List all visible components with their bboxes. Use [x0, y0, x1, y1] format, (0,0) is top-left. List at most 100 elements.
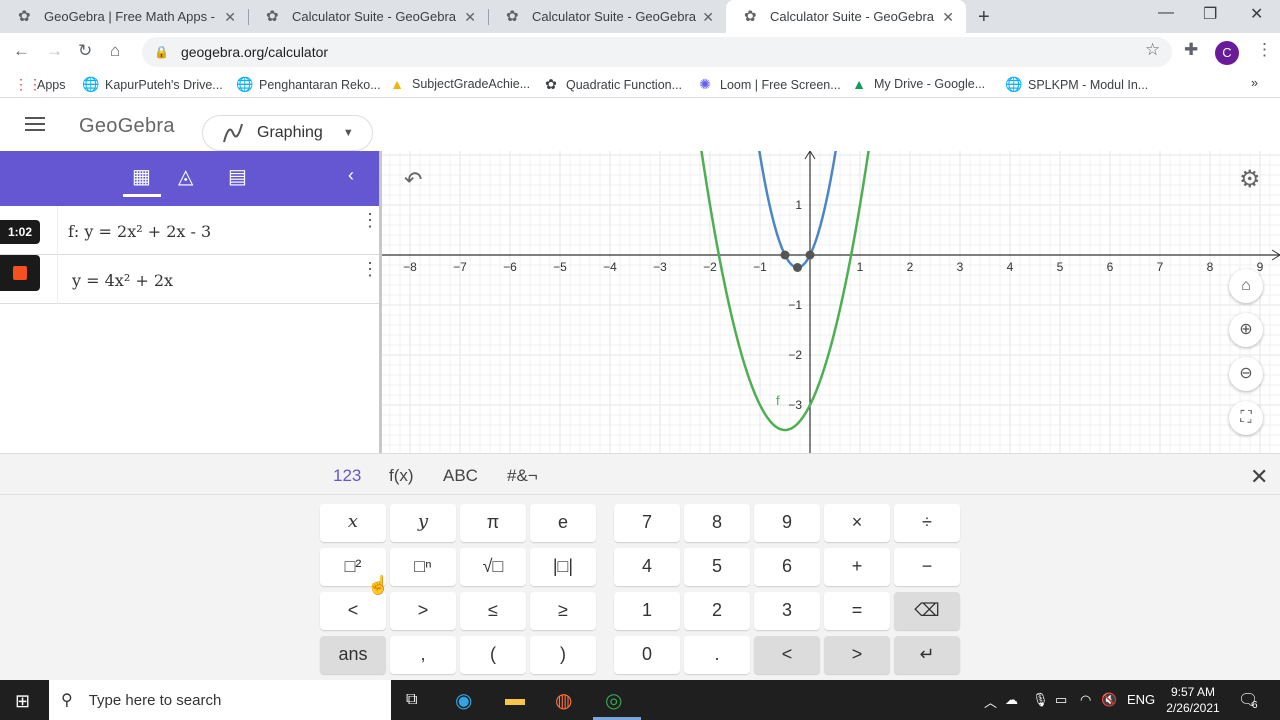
microphone-icon[interactable]: 🎙: [1032, 692, 1049, 708]
close-keyboard-icon[interactable]: ✕: [1250, 464, 1268, 490]
more-bookmarks-icon[interactable]: »: [1251, 76, 1258, 90]
tools-shapes-icon[interactable]: ◬: [178, 164, 193, 189]
key-right-1-2[interactable]: 6: [754, 548, 820, 586]
tab-functions[interactable]: f(x): [389, 466, 414, 486]
key-right-0-4[interactable]: ÷: [894, 504, 960, 542]
restore-icon[interactable]: ❐: [1203, 4, 1217, 24]
zoom-out-icon[interactable]: ⊖: [1229, 357, 1263, 391]
key-left-1-3[interactable]: |□|: [530, 548, 596, 586]
key-right-1-4[interactable]: −: [894, 548, 960, 586]
key-right-1-1[interactable]: 5: [684, 548, 750, 586]
fullscreen-icon[interactable]: ⛶: [1229, 401, 1263, 435]
key-left-0-2[interactable]: π: [460, 504, 526, 542]
key-right-2-0[interactable]: 1: [614, 592, 680, 630]
new-tab-button[interactable]: +: [978, 6, 990, 29]
extensions-puzzle-icon[interactable]: ✚: [1184, 40, 1198, 60]
key-right-3-1[interactable]: .: [684, 636, 750, 674]
taskbar-search-box[interactable]: ⚲ Type here to search: [49, 680, 391, 720]
key-left-2-3[interactable]: ≥: [530, 592, 596, 630]
task-view-icon[interactable]: ⧉: [406, 691, 417, 709]
home-view-icon[interactable]: ⌂: [1229, 269, 1263, 303]
close-tab-icon[interactable]: ✕: [702, 9, 714, 26]
stop-recording-button[interactable]: [0, 255, 40, 291]
browser-tab[interactable]: ✿ Calculator Suite - GeoGebra ✕: [488, 0, 726, 33]
key-right-2-2[interactable]: 3: [754, 592, 820, 630]
key-left-3-3[interactable]: ): [530, 636, 596, 674]
language-indicator[interactable]: ENG: [1127, 692, 1155, 707]
bookmark-apps[interactable]: ⋮⋮ Apps: [14, 76, 66, 93]
key-right-3-4[interactable]: ↵: [894, 636, 960, 674]
key-right-3-2[interactable]: <: [754, 636, 820, 674]
browser-menu-icon[interactable]: ⋮: [1256, 40, 1273, 60]
close-tab-icon[interactable]: ✕: [464, 9, 476, 26]
key-left-2-0[interactable]: <: [320, 592, 386, 630]
chrome-icon[interactable]: ◎: [605, 688, 622, 713]
home-icon[interactable]: ⌂: [110, 41, 120, 61]
bookmark-item[interactable]: ▲ SubjectGradeAchie...: [389, 76, 530, 92]
address-bar[interactable]: 🔒 geogebra.org/calculator: [142, 37, 1172, 67]
graphics-view[interactable]: −8 −7 −6 −5 −4 −3 −2 −1 1 2 3 4 5 6 7 8 9 1 −1 −2 −3 f ↶ ⚙ ⌂ …: [382, 151, 1280, 453]
taskbar-clock[interactable]: 9:57 AM 2/26/2021: [1160, 684, 1226, 716]
close-tab-icon[interactable]: ✕: [224, 9, 236, 26]
key-right-1-3[interactable]: +: [824, 548, 890, 586]
graph-canvas[interactable]: −8 −7 −6 −5 −4 −3 −2 −1 1 2 3 4 5 6 7 8 9 1 −1 −2 −3 f: [382, 151, 1280, 453]
key-left-2-1[interactable]: >: [390, 592, 456, 630]
battery-icon[interactable]: ▭: [1055, 692, 1067, 708]
key-right-1-0[interactable]: 4: [614, 548, 680, 586]
key-right-2-3[interactable]: =: [824, 592, 890, 630]
show-hidden-icons-chevron-icon[interactable]: ︿: [984, 692, 997, 711]
key-left-0-3[interactable]: e: [530, 504, 596, 542]
bookmark-item[interactable]: 🌐 SPLKPM - Modul In...: [1005, 76, 1148, 93]
close-window-icon[interactable]: ✕: [1250, 4, 1263, 24]
key-left-1-1[interactable]: □ⁿ: [390, 548, 456, 586]
volume-muted-icon[interactable]: 🔇: [1101, 692, 1117, 708]
wifi-icon[interactable]: ◠: [1080, 692, 1091, 708]
reload-icon[interactable]: ↻: [78, 41, 92, 61]
key-left-3-1[interactable]: ,: [390, 636, 456, 674]
onedrive-cloud-icon[interactable]: ☁: [1005, 692, 1018, 708]
edge-browser-icon[interactable]: ◉: [455, 688, 472, 713]
key-right-3-0[interactable]: 0: [614, 636, 680, 674]
bookmark-item[interactable]: ▲ My Drive - Google...: [851, 76, 985, 92]
tab-symbols[interactable]: #&¬: [507, 466, 538, 486]
collapse-panel-icon[interactable]: ‹: [348, 165, 354, 186]
bookmark-item[interactable]: 🌐 KapurPuteh's Drive...: [82, 76, 223, 93]
key-right-0-2[interactable]: 9: [754, 504, 820, 542]
bookmark-star-icon[interactable]: ☆: [1145, 40, 1160, 60]
windows-start-icon[interactable]: ⊞: [15, 691, 30, 712]
key-right-2-1[interactable]: 2: [684, 592, 750, 630]
settings-gear-icon[interactable]: ⚙: [1239, 165, 1261, 194]
key-right-0-1[interactable]: 8: [684, 504, 750, 542]
browser-tab-active[interactable]: ✿ Calculator Suite - GeoGebra ✕: [726, 0, 966, 33]
more-options-icon[interactable]: ⋮: [361, 210, 379, 231]
key-right-2-4[interactable]: ⌫: [894, 592, 960, 630]
key-left-2-2[interactable]: ≤: [460, 592, 526, 630]
tab-123[interactable]: 123: [333, 466, 361, 486]
more-options-icon[interactable]: ⋮: [361, 259, 379, 280]
key-left-1-2[interactable]: √□: [460, 548, 526, 586]
key-right-0-0[interactable]: 7: [614, 504, 680, 542]
browser-tab[interactable]: ✿ Calculator Suite - GeoGebra ✕: [248, 0, 488, 33]
close-tab-icon[interactable]: ✕: [942, 9, 954, 26]
firefox-icon[interactable]: ◍: [555, 688, 572, 713]
bookmark-item[interactable]: 🌐 Penghantaran Reko...: [236, 76, 381, 93]
bookmark-item[interactable]: ✺ Loom | Free Screen...: [697, 76, 841, 93]
key-left-3-2[interactable]: (: [460, 636, 526, 674]
app-picker-dropdown[interactable]: Graphing ▼: [202, 115, 373, 151]
key-right-3-3[interactable]: >: [824, 636, 890, 674]
back-arrow-icon[interactable]: ←: [13, 41, 30, 61]
table-icon[interactable]: ▤: [228, 164, 247, 189]
tab-abc[interactable]: ABC: [443, 466, 478, 486]
hamburger-menu-icon[interactable]: [25, 117, 45, 131]
key-left-0-1[interactable]: y: [390, 504, 456, 542]
minimize-icon[interactable]: —: [1158, 4, 1174, 22]
algebra-calculator-icon[interactable]: ▦: [132, 164, 151, 189]
bookmark-item[interactable]: ✿ Quadratic Function...: [543, 76, 682, 93]
browser-tab[interactable]: ✿ GeoGebra | Free Math Apps - use ✕: [0, 0, 248, 33]
algebra-formula[interactable]: y = 4x² + 2x: [72, 271, 173, 290]
key-left-3-0[interactable]: ans: [320, 636, 386, 674]
algebra-formula[interactable]: f: y = 2x² + 2x - 3: [68, 222, 211, 241]
profile-avatar[interactable]: C: [1215, 41, 1239, 65]
forward-arrow-icon[interactable]: →: [46, 41, 63, 61]
zoom-in-icon[interactable]: ⊕: [1229, 313, 1263, 347]
